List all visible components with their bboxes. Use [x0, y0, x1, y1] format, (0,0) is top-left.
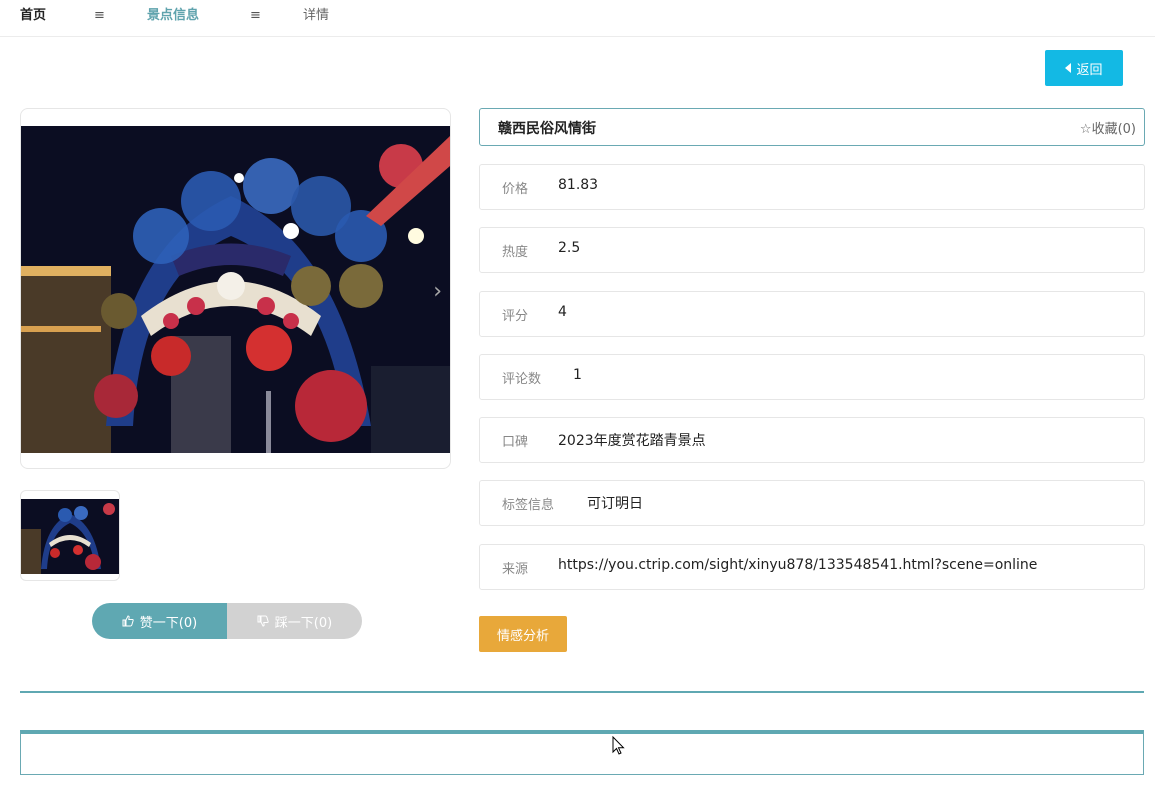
field-label: 热度 — [502, 245, 529, 260]
image-carousel: › — [20, 108, 451, 469]
field-rating: 评分 4 — [479, 291, 1145, 337]
like-label: 赞一下(0) — [139, 615, 198, 631]
thumb-down-icon — [257, 615, 269, 627]
field-popularity: 热度 2.5 — [479, 227, 1145, 273]
field-value: 2.5 — [558, 240, 581, 256]
field-value: 81.83 — [558, 177, 599, 193]
field-label: 标签信息 — [502, 498, 555, 513]
field-label: 价格 — [502, 182, 529, 197]
mouse-cursor-icon — [612, 736, 625, 755]
like-button[interactable]: 赞一下(0) — [92, 603, 227, 639]
photo-thumbnail[interactable] — [20, 490, 120, 581]
spot-photo — [21, 126, 450, 453]
breadcrumb-separator: ≡ — [94, 8, 105, 23]
thumb-up-icon — [122, 615, 134, 627]
field-review-count: 评论数 1 — [479, 354, 1145, 400]
section-divider — [20, 691, 1144, 693]
spot-name: 赣西民俗风情街 — [498, 121, 596, 137]
dislike-button[interactable]: 踩一下(0) — [227, 603, 362, 639]
field-reputation: 口碑 2023年度赏花踏青景点 — [479, 417, 1145, 463]
field-label: 口碑 — [502, 435, 529, 450]
breadcrumb: 首页 ≡ 景点信息 ≡ 详情 — [0, 0, 1155, 37]
back-button[interactable]: 返回 — [1045, 50, 1123, 86]
source-link[interactable]: https://you.ctrip.com/sight/xinyu878/133… — [558, 557, 1037, 573]
field-label: 评论数 — [502, 372, 542, 387]
breadcrumb-home[interactable]: 首页 — [20, 7, 46, 25]
chevron-right-icon[interactable]: › — [433, 281, 442, 303]
field-value: 2023年度赏花踏青景点 — [558, 433, 706, 449]
caret-left-icon — [1065, 63, 1072, 73]
spot-title-bar: 赣西民俗风情街 ☆收藏(0) — [479, 108, 1145, 146]
breadcrumb-current: 详情 — [303, 8, 330, 23]
back-button-label: 返回 — [1076, 62, 1103, 78]
field-tags: 标签信息 可订明日 — [479, 480, 1145, 526]
field-value: 4 — [558, 304, 567, 320]
field-label: 评分 — [502, 309, 529, 324]
field-price: 价格 81.83 — [479, 164, 1145, 210]
sentiment-analysis-button[interactable]: 情感分析 — [479, 616, 567, 652]
dislike-label: 踩一下(0) — [274, 615, 333, 631]
field-label: 来源 — [502, 562, 529, 577]
field-value: 1 — [573, 367, 582, 383]
favorite-button[interactable]: ☆收藏(0) — [1080, 118, 1136, 137]
field-source: 来源 https://you.ctrip.com/sight/xinyu878/… — [479, 544, 1145, 590]
thumbnail-photo — [21, 499, 119, 574]
vote-group: 赞一下(0) 踩一下(0) — [92, 603, 362, 639]
breadcrumb-section[interactable]: 景点信息 — [147, 7, 199, 25]
field-value: 可订明日 — [587, 496, 643, 512]
comment-panel — [20, 730, 1144, 775]
breadcrumb-separator: ≡ — [250, 8, 261, 23]
